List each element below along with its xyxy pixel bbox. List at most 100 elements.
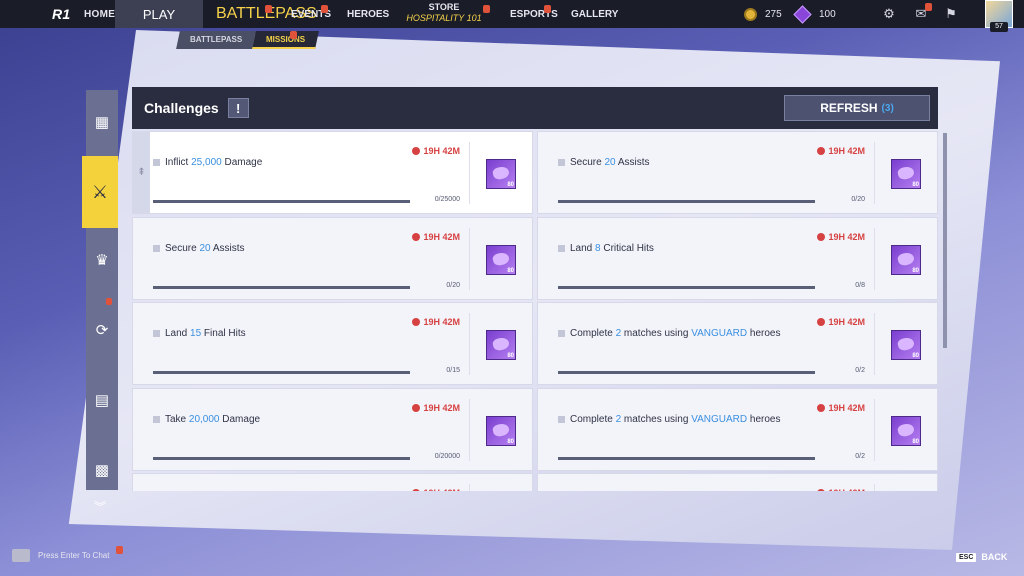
clock-icon bbox=[412, 147, 421, 155]
challenge-card[interactable]: ⇞ Inflict 25,000 Damage 19H 42M 0/25000 80 bbox=[132, 131, 533, 214]
challenge-highlight: 20,000 bbox=[188, 413, 220, 425]
challenge-text: heroes bbox=[747, 413, 781, 425]
progress-text: 0/15 bbox=[446, 367, 460, 374]
clock-icon bbox=[817, 318, 826, 326]
progress-text: 0/25000 bbox=[434, 196, 460, 203]
reward-xp-icon[interactable]: 80 bbox=[891, 330, 921, 360]
reward-xp-icon[interactable]: 80 bbox=[891, 244, 921, 275]
progress-bar bbox=[153, 456, 410, 460]
event-calendar-icon[interactable]: ▩ bbox=[86, 450, 118, 490]
reward-xp-icon[interactable]: 80 bbox=[486, 415, 516, 446]
info-button[interactable]: ! bbox=[227, 98, 249, 118]
nav-gallery[interactable]: GALLERY bbox=[571, 0, 618, 28]
challenge-timer: 19H 42M bbox=[412, 317, 460, 327]
progress-bar bbox=[153, 200, 410, 203]
clock-icon bbox=[817, 232, 826, 241]
subtab-battlepass[interactable]: BATTLEPASS bbox=[176, 31, 257, 49]
friends-icon[interactable]: ⚑ bbox=[944, 7, 958, 21]
gem-currency[interactable]: 100 bbox=[793, 0, 836, 28]
mail-notification-icon bbox=[925, 3, 932, 11]
back-button[interactable]: ESC BACK bbox=[956, 552, 1007, 562]
challenge-scrollbar[interactable] bbox=[943, 133, 947, 348]
battlepass-notification-icon bbox=[265, 5, 272, 13]
nav-play[interactable]: PLAY bbox=[115, 0, 203, 28]
challenge-text: Take bbox=[165, 413, 189, 425]
reward-xp-icon[interactable]: 80 bbox=[486, 330, 516, 360]
nav-heroes[interactable]: HEROES bbox=[347, 0, 389, 28]
progress-text: 0/8 bbox=[855, 281, 865, 289]
reward-amount: 80 bbox=[912, 267, 919, 274]
reward-xp-icon[interactable]: 80 bbox=[891, 415, 921, 446]
reward-xp-icon[interactable]: 80 bbox=[486, 159, 516, 189]
nav-esports[interactable]: ESPORTS bbox=[510, 0, 558, 28]
nav-home[interactable]: HOME bbox=[84, 9, 115, 20]
challenge-card[interactable]: Secure 20 Assists 19H 42M 0/20 80 bbox=[132, 216, 533, 300]
challenge-card[interactable]: Complete 2 matches using VANGUARD heroes… bbox=[537, 302, 938, 385]
combat-swords-icon[interactable]: ⚔ bbox=[82, 156, 118, 228]
progress-text: 0/2 bbox=[855, 452, 865, 460]
challenge-card[interactable]: Land 15 Final Hits 19H 42M 0/15 80 bbox=[132, 302, 533, 385]
challenge-text: Land bbox=[165, 328, 191, 339]
chat-notification-icon bbox=[116, 546, 123, 554]
challenge-timer: 19H 42M bbox=[817, 146, 865, 156]
reward-xp-icon[interactable]: 80 bbox=[891, 159, 921, 189]
player-level: 57 bbox=[990, 22, 1008, 32]
challenges-header: Challenges ! REFRESH (3) bbox=[132, 87, 938, 129]
reward-item-icon bbox=[491, 250, 511, 267]
challenge-text: Assists bbox=[615, 157, 650, 168]
timer-text: 19H 42M bbox=[828, 146, 865, 156]
pin-icon[interactable]: ⇞ bbox=[133, 132, 150, 213]
challenge-status-icon bbox=[558, 330, 565, 337]
nav-store[interactable]: STORE HOSPITALITY 101 bbox=[404, 2, 484, 26]
reward-amount: 80 bbox=[912, 438, 919, 445]
progress-text: 0/2 bbox=[855, 367, 865, 374]
challenge-title: Take 20,000 Damage bbox=[165, 414, 260, 425]
timer-text: 19H 42M bbox=[423, 317, 460, 327]
challenge-card[interactable]: 19H 42M bbox=[537, 473, 938, 491]
challenge-text: Damage bbox=[221, 157, 263, 168]
store-notification-icon bbox=[483, 5, 490, 13]
gold-amount: 275 bbox=[765, 8, 782, 20]
challenge-grid: ⇞ Inflict 25,000 Damage 19H 42M 0/25000 80 Se… bbox=[132, 131, 938, 491]
subtab-missions[interactable]: MISSIONS bbox=[252, 31, 320, 49]
trophy-icon[interactable]: ♛ bbox=[86, 240, 118, 280]
clock-icon bbox=[412, 489, 421, 491]
challenge-card[interactable]: Land 8 Critical Hits 19H 42M 0/8 80 bbox=[537, 216, 938, 300]
game-logo: R1 bbox=[52, 6, 71, 22]
chat-bubble-icon bbox=[12, 549, 30, 562]
reward-item-icon bbox=[896, 421, 916, 438]
reward-amount: 80 bbox=[507, 182, 514, 188]
challenge-status-icon bbox=[153, 159, 160, 166]
challenge-text: Complete bbox=[570, 328, 616, 339]
clock-icon bbox=[817, 403, 826, 412]
challenge-card[interactable]: Complete 2 matches using VANGUARD heroes… bbox=[537, 387, 938, 471]
settings-gear-icon[interactable]: ⚙ bbox=[882, 7, 896, 21]
challenge-text: Secure bbox=[570, 157, 605, 168]
scroll-down-chevron-icon[interactable]: ︾ bbox=[94, 498, 106, 515]
cards-icon[interactable]: ▤ bbox=[86, 380, 118, 420]
hero-cycle-icon[interactable]: ⟳ bbox=[86, 310, 118, 350]
challenge-card[interactable]: Take 20,000 Damage 19H 42M 0/20000 80 bbox=[132, 387, 533, 471]
refresh-button[interactable]: REFRESH (3) bbox=[784, 95, 930, 121]
refresh-label: REFRESH bbox=[820, 101, 878, 115]
challenge-title: Land 8 Critical Hits bbox=[570, 243, 654, 254]
progress-bar bbox=[558, 285, 815, 289]
reward-item-icon bbox=[491, 336, 511, 352]
challenge-highlight: 20 bbox=[199, 242, 211, 254]
daily-calendar-icon[interactable]: ▦ bbox=[86, 102, 118, 142]
gold-currency[interactable]: 275 bbox=[744, 0, 782, 28]
card-divider bbox=[469, 398, 470, 461]
esc-key-icon: ESC bbox=[956, 552, 977, 562]
card-divider bbox=[469, 484, 470, 491]
challenge-card[interactable]: 19H 42M bbox=[132, 473, 533, 491]
card-divider bbox=[874, 398, 875, 461]
reward-xp-icon[interactable]: 80 bbox=[486, 244, 516, 275]
reward-amount: 80 bbox=[507, 353, 514, 359]
challenge-title: Secure 20 Assists bbox=[570, 157, 650, 168]
store-promo: HOSPITALITY 101 bbox=[406, 13, 482, 23]
challenge-card[interactable]: Secure 20 Assists 19H 42M 0/20 80 bbox=[537, 131, 938, 214]
chat-prompt[interactable]: Press Enter To Chat bbox=[12, 549, 109, 562]
challenge-status-icon bbox=[153, 415, 160, 423]
timer-text: 19H 42M bbox=[828, 488, 865, 491]
esports-notification-icon bbox=[544, 5, 551, 13]
